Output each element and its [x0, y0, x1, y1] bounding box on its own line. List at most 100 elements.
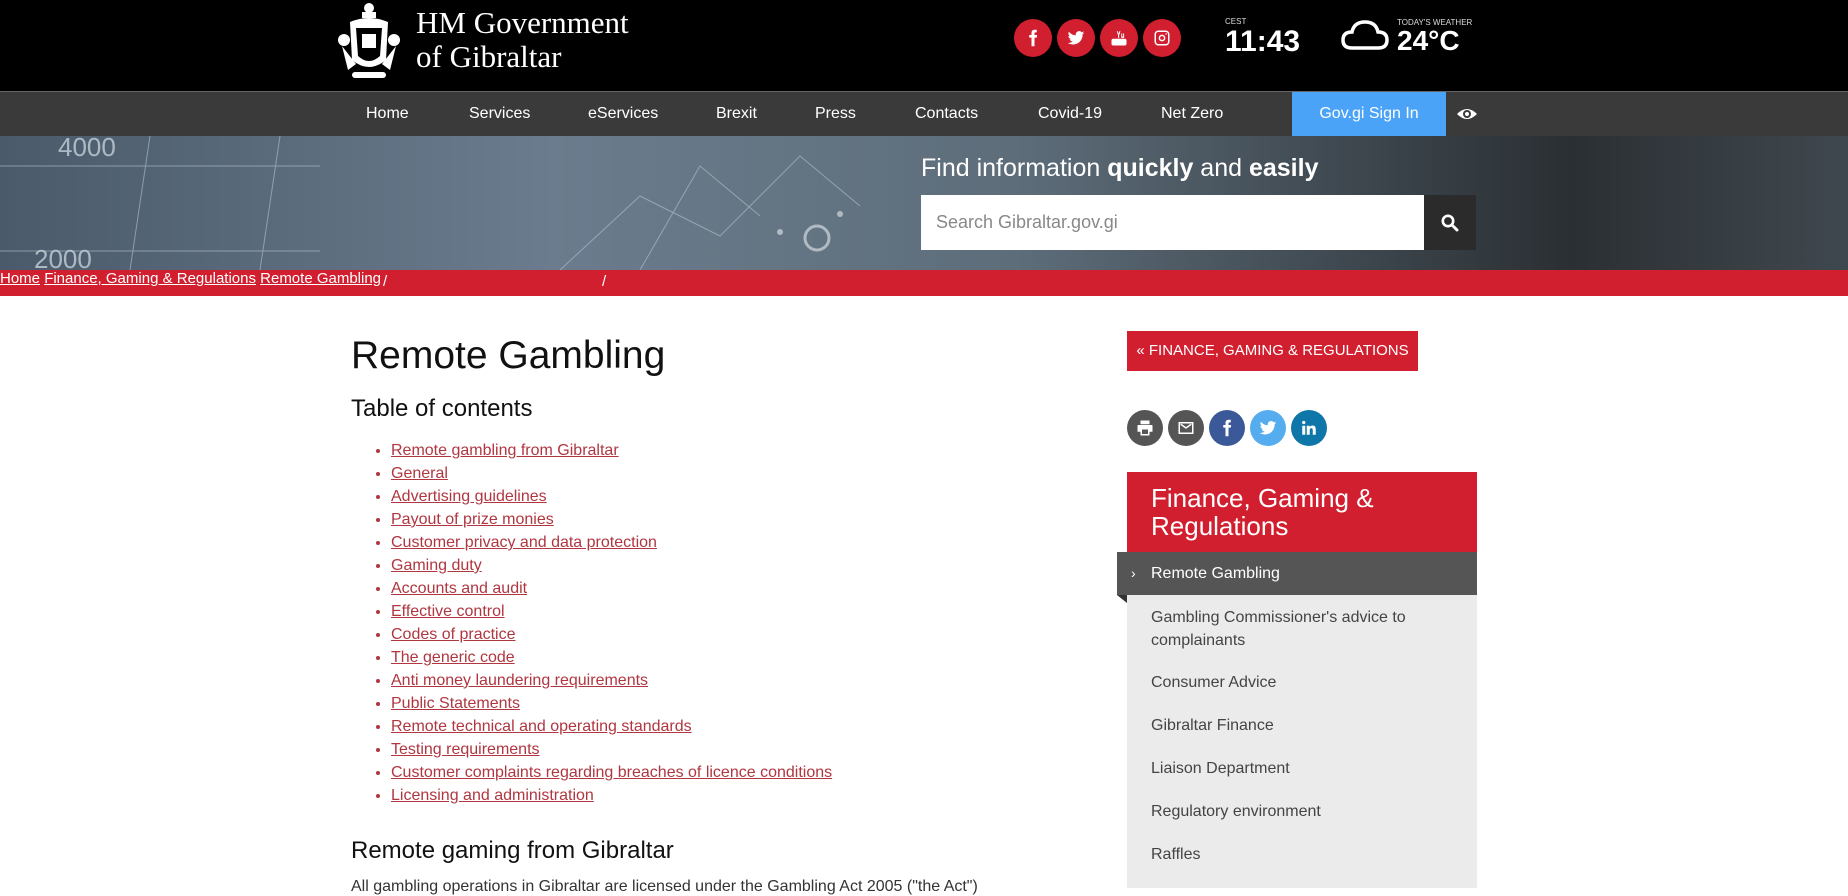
instagram-link[interactable]	[1143, 19, 1181, 57]
email-icon	[1178, 422, 1194, 434]
toc-link[interactable]: Customer privacy and data protection	[391, 534, 657, 551]
sidebar-item-raffles[interactable]: Raffles	[1151, 843, 1451, 866]
brand-line-1: HM Government	[416, 5, 629, 40]
toc-link[interactable]: Effective control	[391, 603, 505, 620]
linkedin-icon	[1302, 420, 1316, 435]
print-icon	[1137, 420, 1153, 436]
tagline-easily: easily	[1248, 154, 1319, 182]
temperature: 24°C	[1397, 25, 1460, 56]
toc-link[interactable]: Remote technical and operating standards	[391, 718, 692, 735]
toc-item: Accounts and audit	[391, 577, 832, 600]
twitter-link[interactable]	[1057, 19, 1095, 57]
breadcrumb-section[interactable]: Finance, Gaming & Regulations	[44, 270, 256, 287]
svg-text:2000: 2000	[34, 244, 92, 270]
toc-item: Remote technical and operating standards	[391, 715, 832, 738]
main-navigation: Home Services eServices Brexit Press Con…	[0, 91, 1848, 136]
back-button-label: FINANCE, GAMING & REGULATIONS	[1148, 342, 1409, 359]
government-brand[interactable]: HM Government of Gibraltar	[416, 6, 629, 74]
toc-item: Public Statements	[391, 692, 832, 715]
toc-item: Testing requirements	[391, 738, 832, 761]
nav-brexit[interactable]: Brexit	[716, 92, 757, 136]
svg-text:4000: 4000	[58, 136, 116, 162]
section-body-text: All gambling operations in Gibraltar are…	[351, 878, 978, 895]
brand-line-2: of Gibraltar	[416, 39, 562, 74]
toc-item: Advertising guidelines	[391, 485, 832, 508]
linkedin-share-button[interactable]	[1291, 410, 1327, 446]
toc-link[interactable]: Anti money laundering requirements	[391, 672, 648, 689]
toc-link[interactable]: General	[391, 465, 448, 482]
toc-item: Gaming duty	[391, 554, 832, 577]
sidebar-heading: Finance, Gaming & Regulations	[1127, 472, 1477, 552]
facebook-icon	[1223, 419, 1232, 437]
twitter-icon	[1067, 31, 1085, 45]
table-of-contents: Remote gambling from Gibraltar General A…	[369, 439, 832, 807]
breadcrumb-separator: /	[383, 273, 388, 290]
toc-link[interactable]: Accounts and audit	[391, 580, 527, 597]
toc-item: General	[391, 462, 832, 485]
tagline-quickly: quickly	[1107, 154, 1194, 182]
toc-item: Effective control	[391, 600, 832, 623]
sidebar-item-gambling-commissioner-advice[interactable]: Gambling Commissioner's advice to compla…	[1151, 606, 1451, 652]
sidebar-item-remote-gambling[interactable]: › Remote Gambling	[1117, 552, 1477, 603]
facebook-share-button[interactable]	[1209, 410, 1245, 446]
sidebar-item-regulatory-environment[interactable]: Regulatory environment	[1151, 800, 1451, 823]
hero-search-banner: 4000 2000 Find information quickly and e…	[0, 136, 1848, 270]
twitter-share-button[interactable]	[1250, 410, 1286, 446]
toc-item: Remote gambling from Gibraltar	[391, 439, 832, 462]
email-share-button[interactable]	[1168, 410, 1204, 446]
sign-in-button[interactable]: Gov.gi Sign In	[1292, 92, 1446, 136]
nav-press[interactable]: Press	[815, 92, 856, 136]
section-heading: Remote gaming from Gibraltar	[351, 837, 674, 864]
toc-heading: Table of contents	[351, 395, 533, 422]
toc-item: Customer privacy and data protection	[391, 531, 832, 554]
toc-link[interactable]: Licensing and administration	[391, 787, 594, 804]
current-time: 11:43	[1225, 25, 1301, 58]
toc-link[interactable]: Testing requirements	[391, 741, 540, 758]
toc-link[interactable]: The generic code	[391, 649, 515, 666]
nav-home[interactable]: Home	[366, 92, 409, 136]
sidebar-item-consumer-advice[interactable]: Consumer Advice	[1151, 671, 1451, 694]
youtube-icon	[1111, 31, 1127, 46]
nav-services[interactable]: Services	[469, 92, 530, 136]
toc-link[interactable]: Advertising guidelines	[391, 488, 547, 505]
nav-contacts[interactable]: Contacts	[915, 92, 978, 136]
hero-tagline: Find information quickly and easily	[921, 154, 1318, 183]
sidebar-menu: Gambling Commissioner's advice to compla…	[1127, 595, 1477, 888]
page-title: Remote Gambling	[351, 334, 666, 377]
instagram-icon	[1154, 30, 1170, 46]
toc-item: The generic code	[391, 646, 832, 669]
toc-item: Codes of practice	[391, 623, 832, 646]
breadcrumb-separator: /	[602, 273, 607, 290]
youtube-link[interactable]	[1100, 19, 1138, 57]
toc-link[interactable]: Codes of practice	[391, 626, 516, 643]
breadcrumb-home[interactable]: Home	[0, 270, 40, 287]
eye-icon[interactable]	[1456, 104, 1478, 124]
tagline-part-2: and	[1193, 154, 1249, 182]
twitter-icon	[1259, 421, 1277, 435]
nav-eservices[interactable]: eServices	[588, 92, 658, 136]
toc-item: Payout of prize monies	[391, 508, 832, 531]
search-button[interactable]	[1424, 195, 1476, 250]
toc-link[interactable]: Public Statements	[391, 695, 520, 712]
cloud-icon	[1341, 20, 1389, 50]
toc-item: Customer complaints regarding breaches o…	[391, 761, 832, 784]
nav-net-zero[interactable]: Net Zero	[1161, 92, 1223, 136]
toc-link[interactable]: Remote gambling from Gibraltar	[391, 442, 619, 459]
toc-item: Anti money laundering requirements	[391, 669, 832, 692]
sidebar-item-label: Remote Gambling	[1151, 565, 1280, 582]
sidebar-item-liaison-department[interactable]: Liaison Department	[1151, 757, 1451, 780]
site-search-input[interactable]	[921, 195, 1425, 250]
print-button[interactable]	[1127, 410, 1163, 446]
double-chevron-left-icon: «	[1136, 342, 1145, 359]
toc-link[interactable]: Customer complaints regarding breaches o…	[391, 764, 832, 781]
toc-link[interactable]: Gaming duty	[391, 557, 482, 574]
chevron-right-icon: ›	[1131, 565, 1136, 581]
back-to-section-button[interactable]: « FINANCE, GAMING & REGULATIONS	[1127, 331, 1418, 371]
nav-covid-19[interactable]: Covid-19	[1038, 92, 1102, 136]
breadcrumb-current[interactable]: Remote Gambling	[260, 270, 381, 287]
toc-item: Licensing and administration	[391, 784, 832, 807]
toc-link[interactable]: Payout of prize monies	[391, 511, 554, 528]
sidebar-item-gibraltar-finance[interactable]: Gibraltar Finance	[1151, 714, 1451, 737]
gibraltar-crest-logo[interactable]	[338, 0, 400, 82]
facebook-link[interactable]	[1014, 19, 1052, 57]
